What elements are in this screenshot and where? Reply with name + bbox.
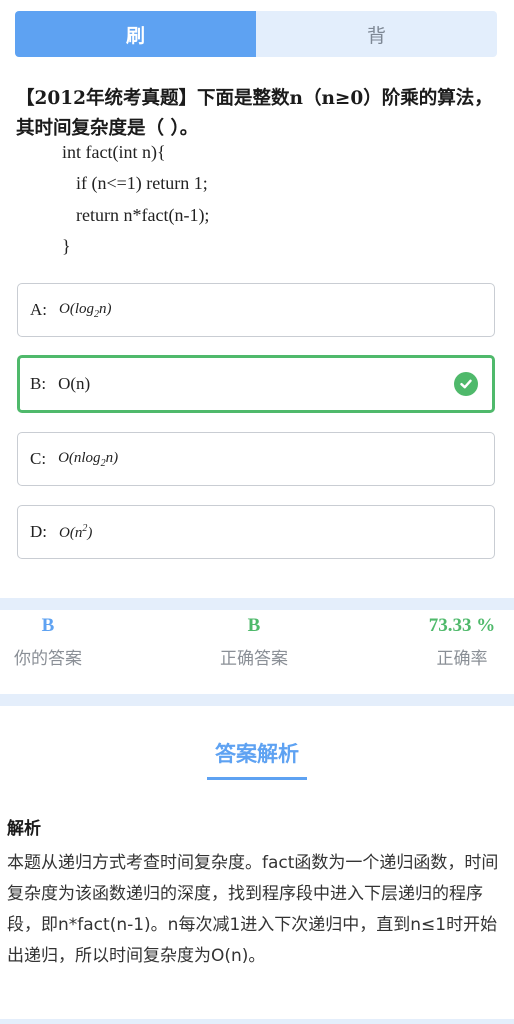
option-b[interactable]: B: O(n) — [17, 355, 495, 413]
divider-band — [0, 598, 514, 610]
option-letter: D: — [30, 522, 47, 541]
analysis-section-label: 解析 — [7, 819, 41, 839]
option-letter: B: — [30, 374, 47, 393]
option-c[interactable]: C: O(nlog2n) — [17, 432, 495, 486]
option-letter: C: — [30, 449, 47, 468]
your-answer-label: 你的答案 — [14, 649, 82, 669]
code-line: return n*fact(n-1); — [76, 205, 210, 225]
code-line: if (n<=1) return 1; — [76, 173, 208, 193]
analysis-body: 本题从递归方式考查时间复杂度。fact函数为一个递归函数，时间复杂度为该函数递归… — [7, 853, 499, 966]
title-underline — [207, 777, 307, 780]
correct-answer-value: B — [247, 615, 261, 636]
option-math: O(nlog2n) — [58, 449, 119, 469]
check-circle-icon — [454, 372, 478, 396]
analysis-title: 答案解析 — [215, 742, 299, 766]
option-math: O(log2n) — [59, 300, 112, 320]
accuracy-value: 73.33 % — [428, 615, 496, 636]
correct-answer-stat: B 正确答案 — [206, 612, 302, 669]
code-line: } — [62, 236, 71, 256]
accuracy-stat: 73.33 % 正确率 — [412, 612, 512, 669]
accuracy-label: 正确率 — [436, 649, 488, 669]
option-a[interactable]: A: O(log2n) — [17, 283, 495, 337]
your-answer-value: B — [41, 615, 55, 636]
answer-stats: B 你的答案 B 正确答案 73.33 % 正确率 — [0, 612, 514, 692]
option-d[interactable]: D: O(n2) — [17, 505, 495, 559]
tab-brush[interactable]: 刷 — [15, 11, 256, 57]
bottom-band — [0, 1019, 514, 1024]
tab-recite[interactable]: 背 — [256, 11, 497, 57]
mode-tabs: 刷 背 — [15, 11, 497, 57]
correct-answer-label: 正确答案 — [220, 649, 288, 669]
your-answer-stat: B 你的答案 — [0, 612, 96, 669]
option-text: O(n) — [58, 374, 91, 393]
code-line: int fact(int n){ — [62, 142, 166, 162]
option-math: O(n2) — [59, 522, 93, 541]
divider-band — [0, 694, 514, 706]
option-letter: A: — [30, 300, 47, 319]
question-text: 【2012年统考真题】下面是整数n（n≥0）阶乘的算法，其时间复杂度是（ ）。 — [16, 88, 493, 139]
